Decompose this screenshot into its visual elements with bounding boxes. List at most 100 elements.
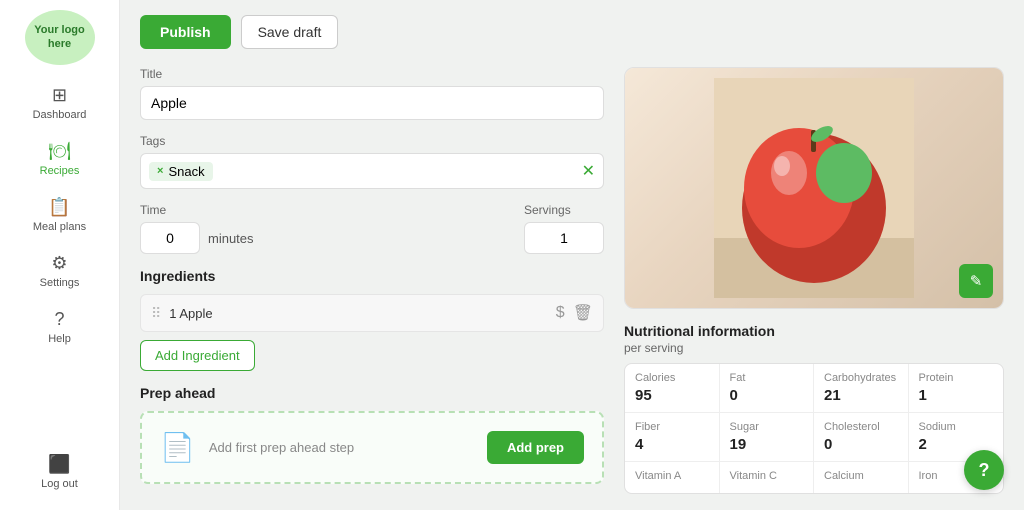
- publish-button[interactable]: Publish: [140, 15, 231, 49]
- time-group: Time minutes: [140, 203, 509, 254]
- add-ingredient-button[interactable]: Add Ingredient: [140, 340, 255, 371]
- nutrition-cell: Cholesterol 0: [814, 413, 909, 461]
- nutrition-label: Carbohydrates: [824, 372, 898, 384]
- edit-icon: ✎: [970, 272, 983, 290]
- sidebar-item-label: Log out: [41, 478, 78, 490]
- nutrition-row: Calories 95 Fat 0 Carbohydrates 21 Pro: [625, 364, 1003, 413]
- nutrition-value: 19: [730, 436, 804, 453]
- tags-label: Tags: [140, 134, 604, 148]
- nutrition-title: Nutritional information: [624, 323, 1004, 339]
- sidebar-item-help[interactable]: ? Help: [6, 301, 113, 353]
- tags-add-icon[interactable]: ✕: [582, 161, 595, 181]
- sidebar-item-settings[interactable]: ⚙ Settings: [6, 245, 113, 297]
- recipe-image-container: ✎: [624, 67, 1004, 309]
- title-input[interactable]: [140, 86, 604, 120]
- time-servings-row: Time minutes Servings: [140, 203, 604, 254]
- main-content: Publish Save draft Title Tags × Snack ✕: [120, 0, 1024, 510]
- time-label: Time: [140, 203, 509, 217]
- servings-input[interactable]: [524, 222, 604, 254]
- ingredient-delete-icon[interactable]: 🗑: [573, 303, 593, 323]
- nutrition-section: Nutritional information per serving Calo…: [624, 323, 1004, 494]
- nutrition-label: Sodium: [919, 421, 994, 433]
- drag-handle-icon[interactable]: ⠿: [151, 305, 161, 322]
- nutrition-cell: Protein 1: [909, 364, 1004, 412]
- nutrition-label: Calcium: [824, 470, 898, 482]
- sidebar: Your logo here ⊞ Dashboard 🍽 Recipes 📋 M…: [0, 0, 120, 510]
- nutrition-table: Calories 95 Fat 0 Carbohydrates 21 Pro: [624, 363, 1004, 494]
- action-bar: Publish Save draft: [140, 15, 1004, 49]
- ingredient-price-icon[interactable]: $: [556, 304, 565, 322]
- settings-icon: ⚙: [51, 253, 67, 274]
- nutrition-label: Cholesterol: [824, 421, 898, 433]
- nutrition-value: 95: [635, 387, 709, 404]
- recipe-image: [625, 68, 1003, 308]
- left-column: Title Tags × Snack ✕ Time: [140, 67, 604, 494]
- nutrition-label: Vitamin C: [730, 470, 804, 482]
- nutrition-cell: Sugar 19: [720, 413, 815, 461]
- nutrition-label: Vitamin A: [635, 470, 709, 482]
- logo[interactable]: Your logo here: [25, 10, 95, 65]
- tag-remove-icon[interactable]: ×: [157, 165, 163, 177]
- prep-ahead-section: Prep ahead 📄 Add first prep ahead step A…: [140, 385, 604, 484]
- sidebar-item-label: Recipes: [40, 165, 80, 177]
- two-column-layout: Title Tags × Snack ✕ Time: [140, 67, 1004, 494]
- sidebar-item-label: Dashboard: [33, 109, 87, 121]
- apple-svg: [714, 78, 914, 298]
- sidebar-item-recipes[interactable]: 🍽 Recipes: [6, 133, 113, 185]
- nutrition-value: 0: [824, 436, 898, 453]
- tag-text: Snack: [168, 164, 204, 179]
- dashboard-icon: ⊞: [52, 85, 67, 106]
- sidebar-item-logout[interactable]: ⬛ Log out: [6, 446, 113, 498]
- tags-container[interactable]: × Snack ✕: [140, 153, 604, 189]
- nutrition-label: Protein: [919, 372, 994, 384]
- sidebar-item-mealplans[interactable]: 📋 Meal plans: [6, 189, 113, 241]
- nutrition-row: Vitamin A Vitamin C Calcium Iron: [625, 462, 1003, 493]
- nutrition-row: Fiber 4 Sugar 19 Cholesterol 0 Sodium: [625, 413, 1003, 462]
- nutrition-value: 4: [635, 436, 709, 453]
- per-serving-label: per serving: [624, 341, 1004, 355]
- recipes-icon: 🍽: [48, 141, 71, 162]
- nutrition-value: 0: [730, 387, 804, 404]
- prep-ahead-title: Prep ahead: [140, 385, 604, 401]
- tags-section: Tags × Snack ✕: [140, 134, 604, 189]
- edit-image-button[interactable]: ✎: [959, 264, 993, 298]
- ingredients-title: Ingredients: [140, 268, 604, 284]
- nutrition-value: 21: [824, 387, 898, 404]
- sidebar-item-label: Help: [48, 333, 71, 345]
- time-input-row: minutes: [140, 222, 509, 254]
- title-label: Title: [140, 67, 604, 81]
- tag-chip: × Snack: [149, 162, 213, 181]
- time-input[interactable]: [140, 222, 200, 254]
- save-draft-button[interactable]: Save draft: [241, 15, 339, 49]
- logout-icon: ⬛: [48, 454, 70, 475]
- servings-group: Servings: [524, 203, 604, 254]
- nutrition-label: Fiber: [635, 421, 709, 433]
- nutrition-label: Fat: [730, 372, 804, 384]
- right-column: ✎ Nutritional information per serving Ca…: [624, 67, 1004, 494]
- sidebar-item-dashboard[interactable]: ⊞ Dashboard: [6, 77, 113, 129]
- nutrition-cell: Calories 95: [625, 364, 720, 412]
- sidebar-item-label: Settings: [40, 277, 80, 289]
- help-icon: ?: [54, 309, 64, 330]
- nutrition-cell: Vitamin A: [625, 462, 720, 493]
- nutrition-value: 1: [919, 387, 994, 404]
- help-fab-button[interactable]: ?: [964, 450, 1004, 490]
- prep-icon: 📄: [160, 431, 195, 464]
- nutrition-label: Calories: [635, 372, 709, 384]
- nutrition-cell: Fat 0: [720, 364, 815, 412]
- servings-label: Servings: [524, 203, 604, 217]
- nutrition-cell: Carbohydrates 21: [814, 364, 909, 412]
- nutrition-cell: Vitamin C: [720, 462, 815, 493]
- title-section: Title: [140, 67, 604, 120]
- prep-empty-text: Add first prep ahead step: [209, 440, 473, 455]
- ingredients-section: Ingredients ⠿ 1 Apple $ 🗑 Add Ingredient: [140, 268, 604, 371]
- nutrition-label: Sugar: [730, 421, 804, 433]
- mealplans-icon: 📋: [48, 197, 70, 218]
- nutrition-cell: Fiber 4: [625, 413, 720, 461]
- sidebar-item-label: Meal plans: [33, 221, 86, 233]
- ingredient-name: 1 Apple: [169, 306, 548, 321]
- nutrition-cell: Calcium: [814, 462, 909, 493]
- ingredient-row: ⠿ 1 Apple $ 🗑: [140, 294, 604, 332]
- add-prep-button[interactable]: Add prep: [487, 431, 584, 464]
- prep-ahead-box: 📄 Add first prep ahead step Add prep: [140, 411, 604, 484]
